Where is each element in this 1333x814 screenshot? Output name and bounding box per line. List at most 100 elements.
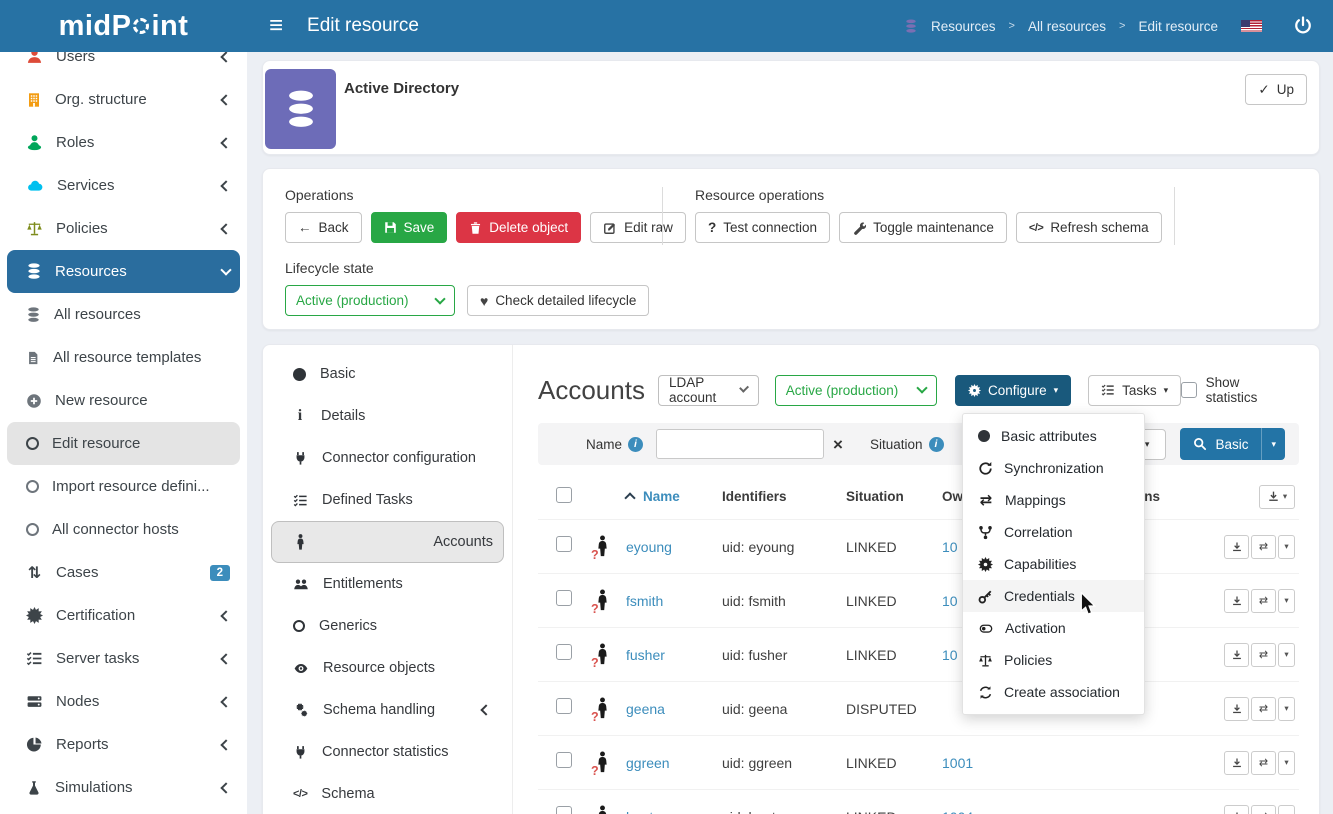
lifecycle-state-select[interactable]: Active (production) xyxy=(285,285,455,316)
sidebar-item-reports[interactable]: Reports xyxy=(7,723,240,766)
account-owner-link[interactable]: 1004 xyxy=(942,809,1034,814)
sidebar-item-new-resource[interactable]: New resource xyxy=(7,379,240,422)
row-exchange-button[interactable]: ⇄ xyxy=(1251,697,1276,721)
check-detailed-lifecycle-button[interactable]: ♥ Check detailed lifecycle xyxy=(467,285,649,316)
tab-details[interactable]: iDetails xyxy=(271,395,504,437)
search-name-input[interactable] xyxy=(656,429,824,459)
resource-status-up-button[interactable]: ✓ Up xyxy=(1245,74,1307,105)
tab-generics[interactable]: Generics xyxy=(271,605,504,647)
row-download-button[interactable] xyxy=(1224,805,1249,814)
tab-entitlements[interactable]: Entitlements xyxy=(271,563,504,605)
row-menu-button[interactable]: ▾ xyxy=(1278,535,1295,559)
sidebar-item-all-resource-templates[interactable]: All resource templates xyxy=(7,336,240,379)
tab-resource-objects[interactable]: Resource objects xyxy=(271,647,504,689)
logout-power-icon[interactable] xyxy=(1293,16,1313,36)
row-menu-button[interactable]: ▾ xyxy=(1278,805,1295,814)
account-name-link[interactable]: geena xyxy=(626,701,722,717)
back-button[interactable]: ← Back xyxy=(285,212,362,243)
save-button[interactable]: Save xyxy=(371,212,448,243)
tab-schema-handling[interactable]: Schema handling xyxy=(271,689,504,731)
row-checkbox[interactable] xyxy=(556,536,572,552)
row-download-button[interactable] xyxy=(1224,589,1249,613)
menu-item-basic-attributes[interactable]: Basic attributes xyxy=(963,420,1144,452)
sidebar-item-all-connector-hosts[interactable]: All connector hosts xyxy=(7,508,240,551)
row-checkbox[interactable] xyxy=(556,698,572,714)
row-download-button[interactable] xyxy=(1224,751,1249,775)
row-menu-button[interactable]: ▾ xyxy=(1278,697,1295,721)
info-icon[interactable]: i xyxy=(628,437,643,452)
sidebar-item-resources[interactable]: Resources xyxy=(7,250,240,293)
menu-item-policies[interactable]: Policies xyxy=(963,644,1144,676)
sidebar-item-org-structure[interactable]: Org. structure xyxy=(7,78,240,121)
row-checkbox[interactable] xyxy=(556,644,572,660)
menu-item-synchronization[interactable]: Synchronization xyxy=(963,452,1144,484)
show-statistics-toggle[interactable]: Show statistics xyxy=(1181,375,1291,405)
show-statistics-checkbox[interactable] xyxy=(1181,382,1196,398)
object-class-select[interactable]: LDAP account xyxy=(658,375,759,406)
row-exchange-button[interactable]: ⇄ xyxy=(1251,751,1276,775)
sidebar-item-edit-resource[interactable]: Edit resource xyxy=(7,422,240,465)
sidebar-item-nodes[interactable]: Nodes xyxy=(7,680,240,723)
menu-item-activation[interactable]: Activation xyxy=(963,612,1144,644)
account-name-link[interactable]: fsmith xyxy=(626,593,722,609)
menu-item-mappings[interactable]: ⇄ Mappings xyxy=(963,484,1144,516)
row-menu-button[interactable]: ▾ xyxy=(1278,643,1295,667)
breadcrumb-all-resources[interactable]: All resources xyxy=(1028,19,1106,34)
row-exchange-button[interactable]: ⇄ xyxy=(1251,805,1276,814)
menu-item-create-association[interactable]: Create association xyxy=(963,676,1144,708)
row-checkbox[interactable] xyxy=(556,806,572,814)
language-flag-icon[interactable] xyxy=(1241,20,1262,32)
tasks-button[interactable]: Tasks ▾ xyxy=(1088,375,1181,406)
row-download-button[interactable] xyxy=(1224,535,1249,559)
test-connection-button[interactable]: ? Test connection xyxy=(695,212,830,243)
delete-object-button[interactable]: Delete object xyxy=(456,212,581,243)
sidebar-item-all-resources[interactable]: All resources xyxy=(7,293,240,336)
row-exchange-button[interactable]: ⇄ xyxy=(1251,535,1276,559)
info-icon[interactable]: i xyxy=(929,437,944,452)
sidebar-item-cases[interactable]: ⇅ Cases 2 xyxy=(7,551,240,594)
export-button[interactable]: ▾ xyxy=(1259,485,1295,509)
tab-accounts[interactable]: Accounts xyxy=(271,521,504,563)
row-download-button[interactable] xyxy=(1224,643,1249,667)
tab-defined-tasks[interactable]: Defined Tasks xyxy=(271,479,504,521)
row-exchange-button[interactable]: ⇄ xyxy=(1251,643,1276,667)
midpoint-logo[interactable]: midPint xyxy=(0,10,247,43)
tab-basic[interactable]: Basic xyxy=(271,353,504,395)
account-name-link[interactable]: eyoung xyxy=(626,539,722,555)
select-all-checkbox[interactable] xyxy=(556,487,572,503)
caret-down-icon[interactable]: ▾ xyxy=(1261,428,1285,460)
sidebar-item-roles[interactable]: Roles xyxy=(7,121,240,164)
tab-connector-configuration[interactable]: Connector configuration xyxy=(271,437,504,479)
sidebar-item-policies[interactable]: Policies xyxy=(7,207,240,250)
sidebar-item-server-tasks[interactable]: Server tasks xyxy=(7,637,240,680)
row-menu-button[interactable]: ▾ xyxy=(1278,751,1295,775)
breadcrumb-edit-resource[interactable]: Edit resource xyxy=(1138,19,1218,34)
configure-button[interactable]: Configure ▾ xyxy=(955,375,1071,406)
sidebar-item-certification[interactable]: Certification xyxy=(7,594,240,637)
search-mode-button[interactable]: Basic ▾ xyxy=(1180,428,1285,460)
row-exchange-button[interactable]: ⇄ xyxy=(1251,589,1276,613)
lifecycle-select[interactable]: Active (production) xyxy=(775,375,937,406)
sidebar-item-import-resource-definition[interactable]: Import resource defini... xyxy=(7,465,240,508)
sidebar-item-users[interactable]: Users xyxy=(7,52,240,78)
toggle-maintenance-button[interactable]: Toggle maintenance xyxy=(839,212,1007,243)
menu-item-capabilities[interactable]: Capabilities xyxy=(963,548,1144,580)
breadcrumb-resources[interactable]: Resources xyxy=(931,19,996,34)
row-menu-button[interactable]: ▾ xyxy=(1278,589,1295,613)
refresh-schema-button[interactable]: </> Refresh schema xyxy=(1016,212,1162,243)
clear-search-icon[interactable]: × xyxy=(833,436,843,453)
sidebar-item-services[interactable]: Services xyxy=(7,164,240,207)
menu-item-correlation[interactable]: Correlation xyxy=(963,516,1144,548)
row-checkbox[interactable] xyxy=(556,752,572,768)
sidebar-item-simulations[interactable]: Simulations xyxy=(7,766,240,809)
account-name-link[interactable]: fusher xyxy=(626,647,722,663)
column-header-name[interactable]: Name xyxy=(626,489,722,504)
hamburger-menu-icon[interactable]: ≡ xyxy=(269,14,283,38)
account-name-link[interactable]: hunter xyxy=(626,809,722,814)
tab-schema[interactable]: </>Schema xyxy=(271,773,504,814)
row-checkbox[interactable] xyxy=(556,590,572,606)
account-name-link[interactable]: ggreen xyxy=(626,755,722,771)
menu-item-credentials[interactable]: Credentials xyxy=(963,580,1144,612)
row-download-button[interactable] xyxy=(1224,697,1249,721)
account-owner-link[interactable]: 1001 xyxy=(942,755,1034,771)
